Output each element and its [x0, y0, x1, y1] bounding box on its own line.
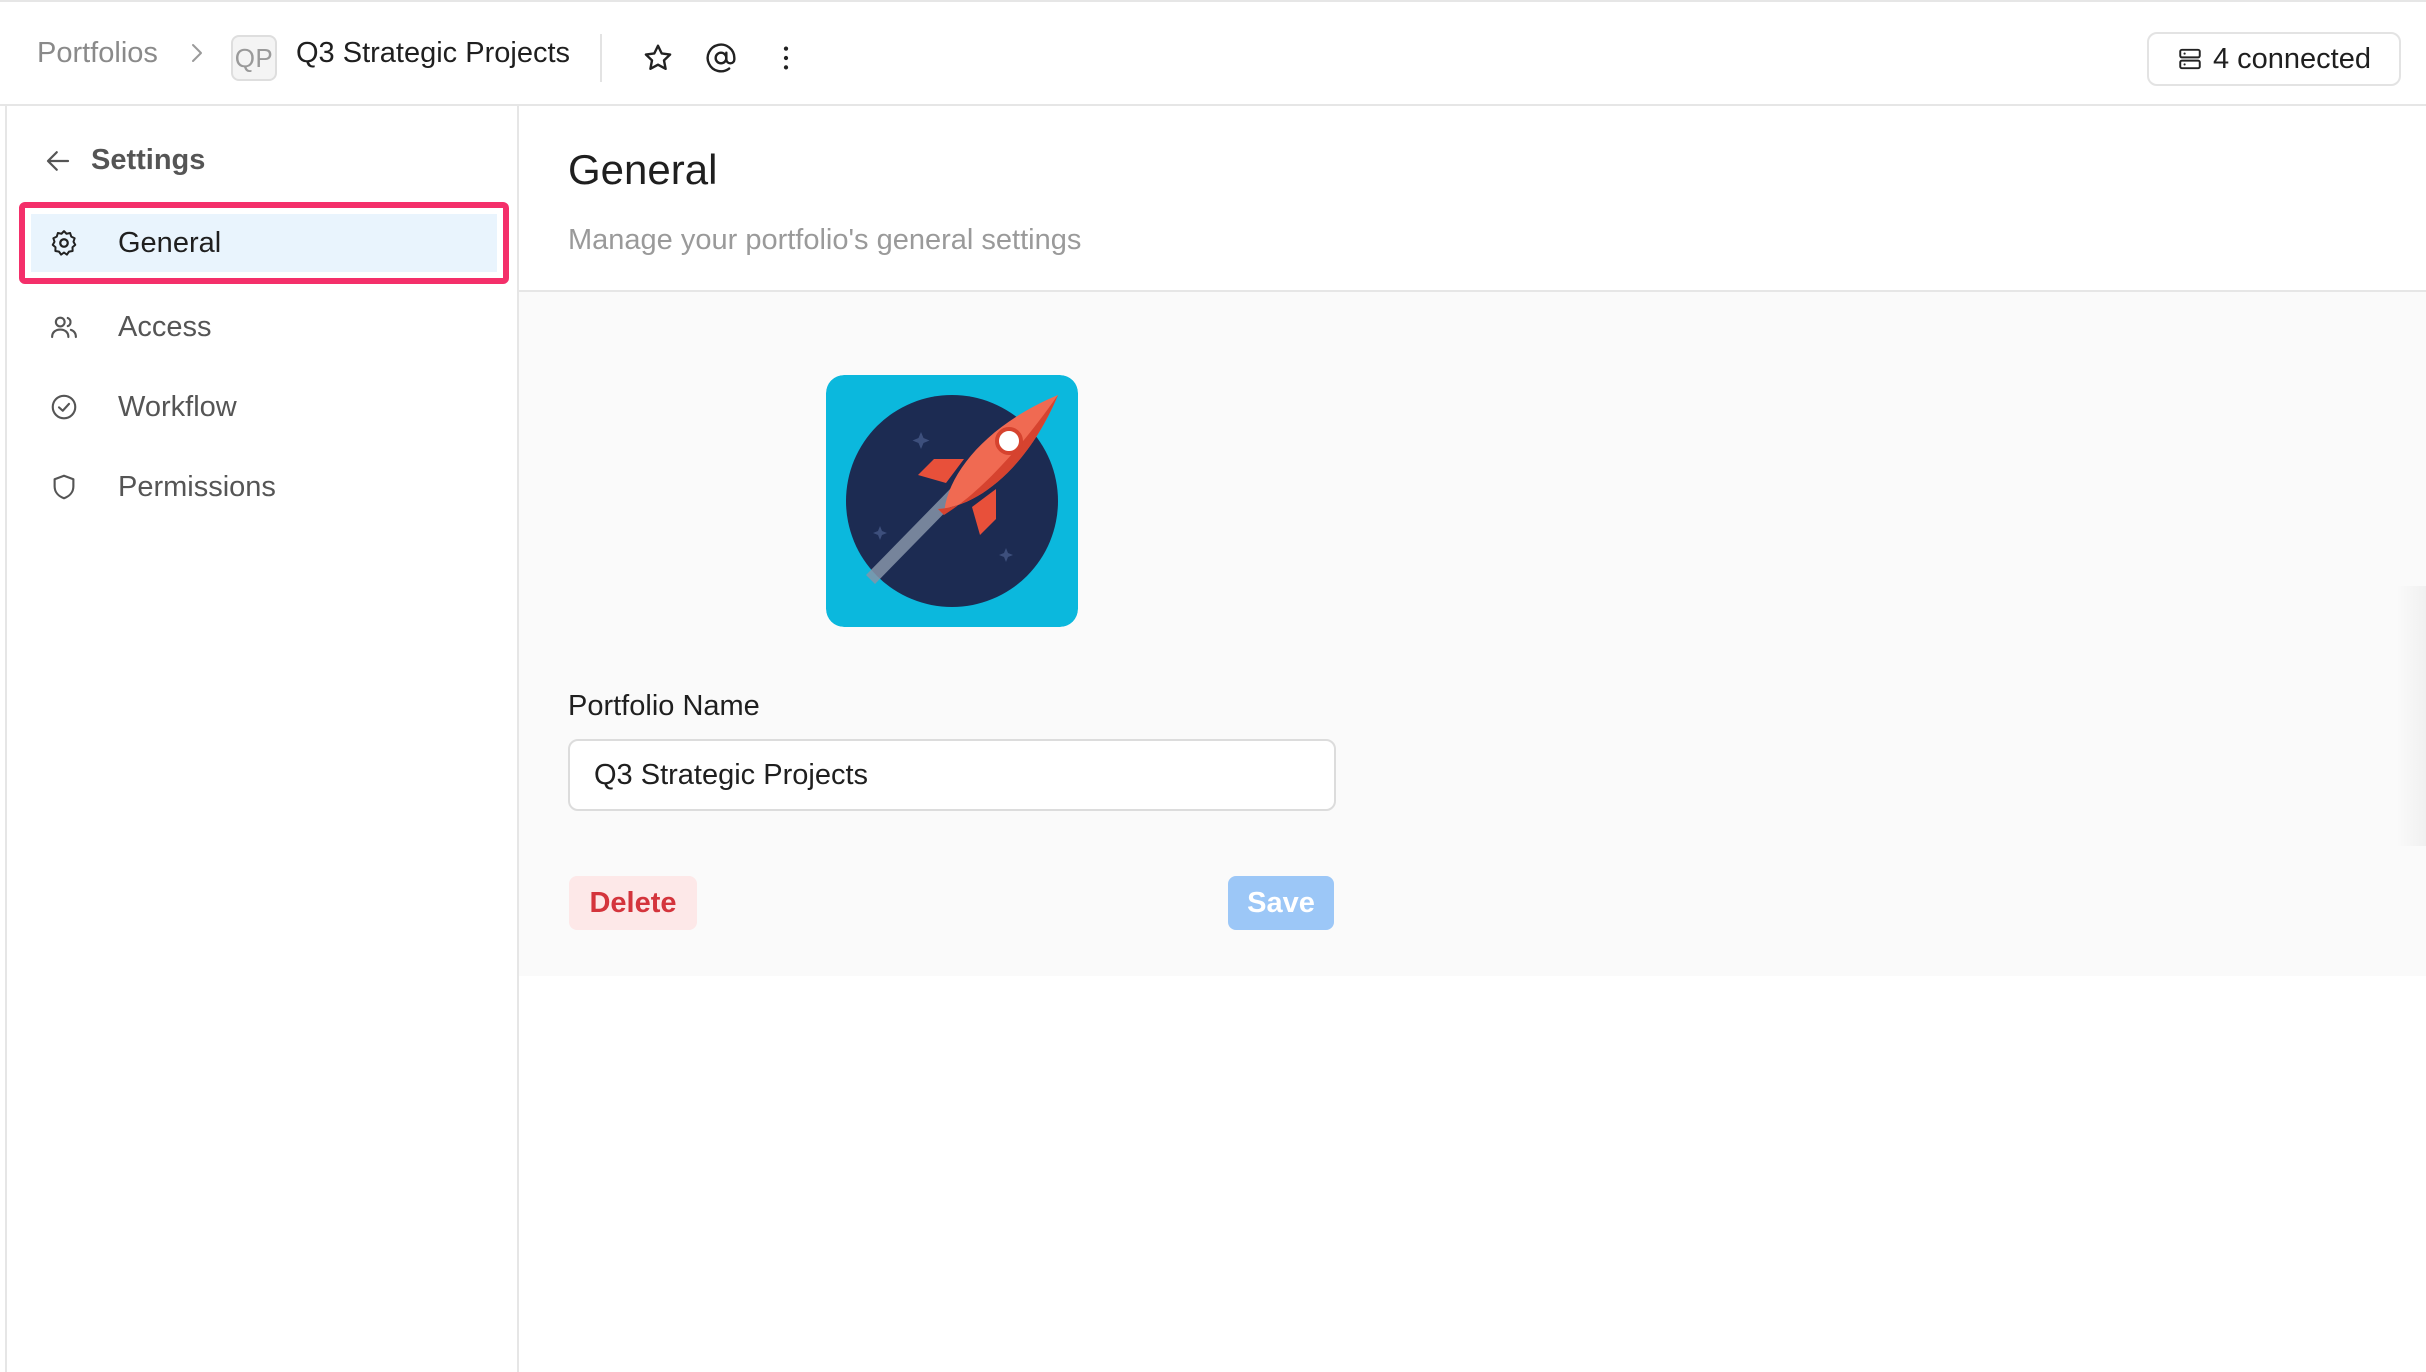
save-button[interactable]: Save: [1228, 876, 1334, 930]
page-header: General Manage your portfolio's general …: [519, 106, 2426, 292]
database-icon: [2179, 48, 2201, 70]
sidebar-item-permissions[interactable]: Permissions: [19, 446, 509, 528]
rocket-logo: [826, 375, 1078, 627]
chevron-right-icon: [192, 44, 202, 62]
sidebar-item-general[interactable]: General: [19, 202, 509, 284]
favorite-button[interactable]: [636, 36, 680, 80]
gear-icon: [51, 230, 77, 256]
portfolio-avatar: QP: [231, 35, 277, 81]
star-icon: [644, 44, 672, 70]
arrow-left-icon: [46, 150, 70, 171]
portfolio-logo[interactable]: [826, 375, 1078, 627]
more-options-button[interactable]: [764, 36, 808, 80]
main-content: General Manage your portfolio's general …: [519, 106, 2426, 1372]
divider: [600, 34, 602, 82]
page-subtitle: Manage your portfolio's general settings: [568, 224, 1082, 256]
sidebar-item-workflow[interactable]: Workflow: [19, 366, 509, 448]
at-sign-icon: [706, 43, 736, 73]
back-to-settings-button[interactable]: Settings: [43, 144, 205, 177]
breadcrumb-current-portfolio: Q3 Strategic Projects: [296, 37, 570, 69]
delete-button[interactable]: Delete: [569, 876, 697, 930]
settings-heading: Settings: [91, 144, 206, 176]
sidebar-item-label: Access: [118, 310, 212, 343]
more-vertical-icon: [783, 46, 789, 70]
sidebar-item-label: Workflow: [118, 390, 237, 423]
users-icon: [51, 316, 77, 339]
connected-sources-button[interactable]: 4 connected: [2147, 32, 2401, 86]
portfolio-name-input[interactable]: [568, 739, 1336, 811]
sidebar-item-access[interactable]: Access: [19, 286, 509, 368]
page-title: General: [568, 146, 718, 193]
connected-label: 4 connected: [2212, 42, 2371, 75]
portfolio-name-label: Portfolio Name: [568, 690, 760, 722]
sidebar-item-label: General: [118, 226, 222, 259]
mention-button[interactable]: [699, 36, 743, 80]
settings-sidebar: Settings General Access Workflow Permiss…: [5, 106, 519, 1372]
shield-icon: [53, 474, 75, 500]
top-bar: Portfolios QP Q3 Strategic Projects 4 co…: [0, 0, 2426, 106]
check-circle-icon: [51, 394, 77, 420]
breadcrumb-portfolios-link[interactable]: Portfolios: [37, 37, 158, 70]
sidebar-item-label: Permissions: [118, 470, 276, 503]
